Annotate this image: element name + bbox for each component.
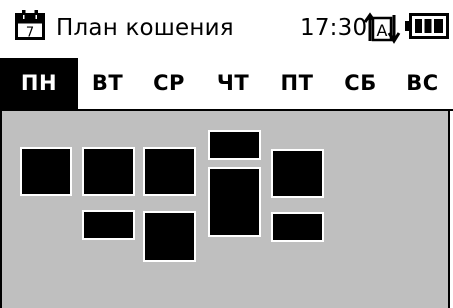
schedule-block[interactable] (82, 210, 135, 240)
schedule-block[interactable] (271, 149, 324, 198)
auto-mode-icon: A (363, 12, 401, 44)
tab-saturday[interactable]: СБ (329, 58, 392, 109)
mode-letter: A (377, 21, 388, 40)
schedule-block[interactable] (208, 130, 261, 160)
schedule-block[interactable] (271, 212, 324, 242)
tab-tuesday[interactable]: ВТ (78, 58, 137, 109)
calendar-icon: 7 (15, 10, 45, 41)
tab-thursday[interactable]: ЧТ (201, 58, 265, 109)
tab-wednesday[interactable]: СР (137, 58, 201, 109)
screen: 7 План кошения 17:30 A ПН ВТ СР ЧТ ПТ СБ… (0, 0, 453, 308)
page-title: План кошения (56, 15, 234, 41)
day-tabs: ПН ВТ СР ЧТ ПТ СБ ВС (0, 58, 453, 111)
schedule-block[interactable] (20, 147, 72, 196)
tab-monday[interactable]: ПН (0, 58, 78, 109)
schedule-block[interactable] (143, 211, 196, 262)
schedule-area (0, 111, 450, 308)
tab-sunday[interactable]: ВС (392, 58, 453, 109)
clock: 17:30 (300, 15, 368, 41)
calendar-day: 7 (26, 26, 34, 41)
tab-friday[interactable]: ПТ (265, 58, 329, 109)
schedule-block[interactable] (143, 147, 196, 196)
status-header: 7 План кошения 17:30 A (0, 0, 453, 58)
schedule-block[interactable] (82, 147, 135, 196)
schedule-block[interactable] (208, 167, 261, 237)
battery-icon (405, 13, 449, 39)
